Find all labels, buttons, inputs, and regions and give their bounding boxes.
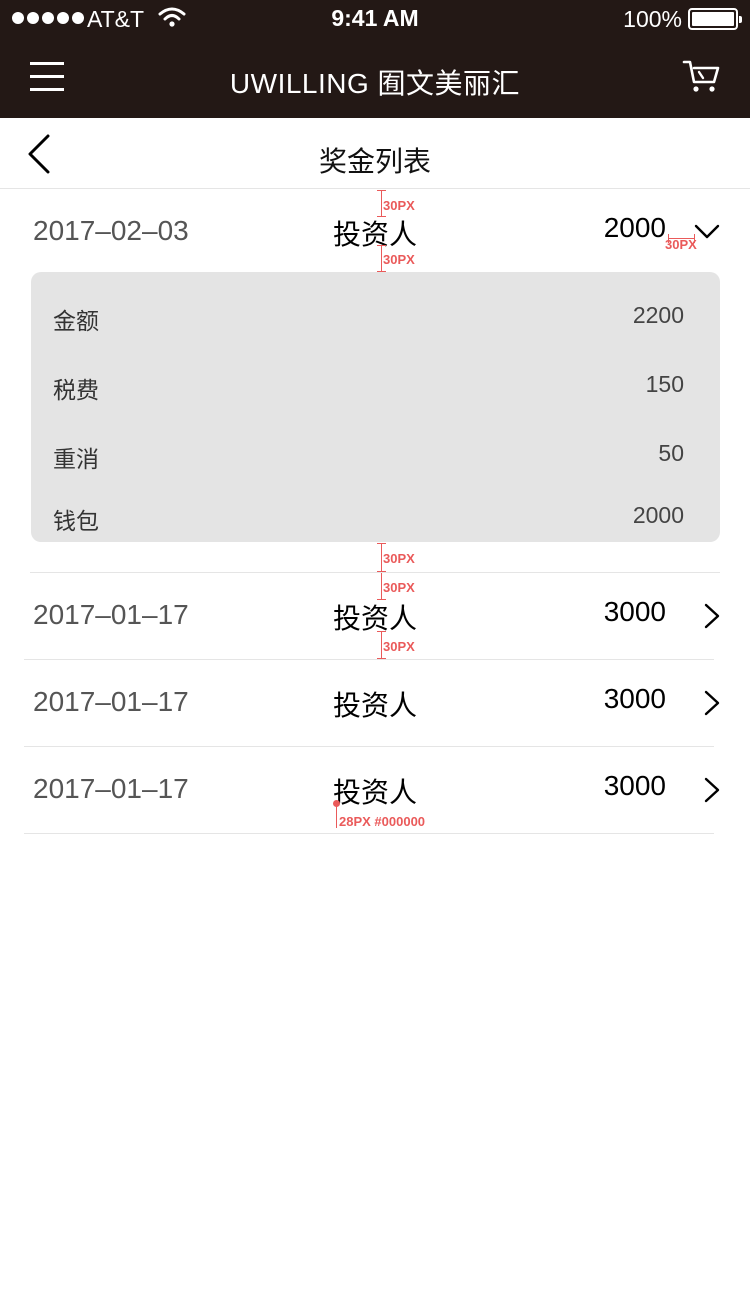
bonus-detail-panel: 金额 2200 税费 150 重消 50 钱包 2000 [31, 272, 720, 542]
spacing-annotation: 30PX [383, 639, 415, 654]
spacing-annotation: 30PX [383, 580, 415, 595]
spacing-marker [381, 245, 382, 272]
detail-label: 重消 [53, 446, 99, 472]
bonus-row-expanded[interactable]: 2017–02–03 投资人 2000 [24, 189, 720, 276]
spacing-annotation: 30PX [383, 198, 415, 213]
battery-icon [688, 8, 742, 30]
nav-bar: UWILLING 囿文美丽汇 [0, 40, 750, 118]
font-spec-annotation: 28PX #000000 [339, 814, 426, 829]
page-header: 奖金列表 [0, 118, 750, 189]
detail-label: 税费 [53, 377, 99, 403]
page-title: 奖金列表 [318, 146, 431, 177]
spacing-marker [381, 190, 382, 216]
spacing-marker [381, 543, 382, 571]
spacing-marker [377, 216, 386, 217]
spacing-annotation: 30PX [383, 551, 415, 566]
spacing-marker [377, 658, 386, 659]
chevron-right-icon[interactable] [702, 603, 722, 629]
app-title: UWILLING 囿文美丽汇 [229, 68, 521, 99]
chevron-right-icon[interactable] [702, 777, 722, 803]
battery-percent: 100% [623, 6, 682, 32]
bonus-row[interactable]: 2017–01–17 投资人 3000 [24, 660, 720, 747]
detail-reconsume: 重消 50 [31, 432, 720, 472]
spacing-marker [381, 631, 382, 659]
shopping-cart-icon[interactable] [682, 58, 722, 94]
bonus-row[interactable]: 2017–01–17 投资人 3000 [24, 573, 720, 660]
font-spec-marker [336, 804, 337, 828]
spacing-marker [377, 571, 386, 572]
detail-value: 50 [658, 440, 684, 466]
detail-wallet: 钱包 2000 [31, 494, 720, 534]
spacing-annotation: 30PX [383, 252, 415, 267]
status-bar: AT&T 9:41 AM 100% [0, 0, 750, 40]
spacing-marker [377, 631, 386, 632]
top-header: AT&T 9:41 AM 100% UWILLING 囿文美丽汇 [0, 0, 750, 118]
spacing-marker [377, 599, 386, 600]
row-amount: 3000 [603, 770, 666, 801]
chevron-right-icon[interactable] [702, 690, 722, 716]
spacing-annotation: 30PX [665, 237, 697, 252]
detail-label: 钱包 [53, 508, 99, 534]
detail-value: 150 [645, 371, 684, 397]
row-amount: 2000 [603, 212, 666, 243]
row-amount: 3000 [603, 683, 666, 714]
spacing-marker [377, 271, 386, 272]
detail-label: 金额 [53, 308, 99, 334]
spacing-marker [377, 245, 386, 246]
detail-value: 2000 [632, 502, 684, 528]
detail-tax: 税费 150 [31, 363, 720, 403]
chevron-down-icon[interactable] [694, 223, 720, 241]
row-amount: 3000 [603, 596, 666, 627]
detail-amount: 金额 2200 [31, 294, 720, 334]
spacing-marker [377, 190, 386, 191]
spacing-marker [377, 543, 386, 544]
spacing-marker [381, 573, 382, 600]
detail-value: 2200 [632, 302, 684, 328]
